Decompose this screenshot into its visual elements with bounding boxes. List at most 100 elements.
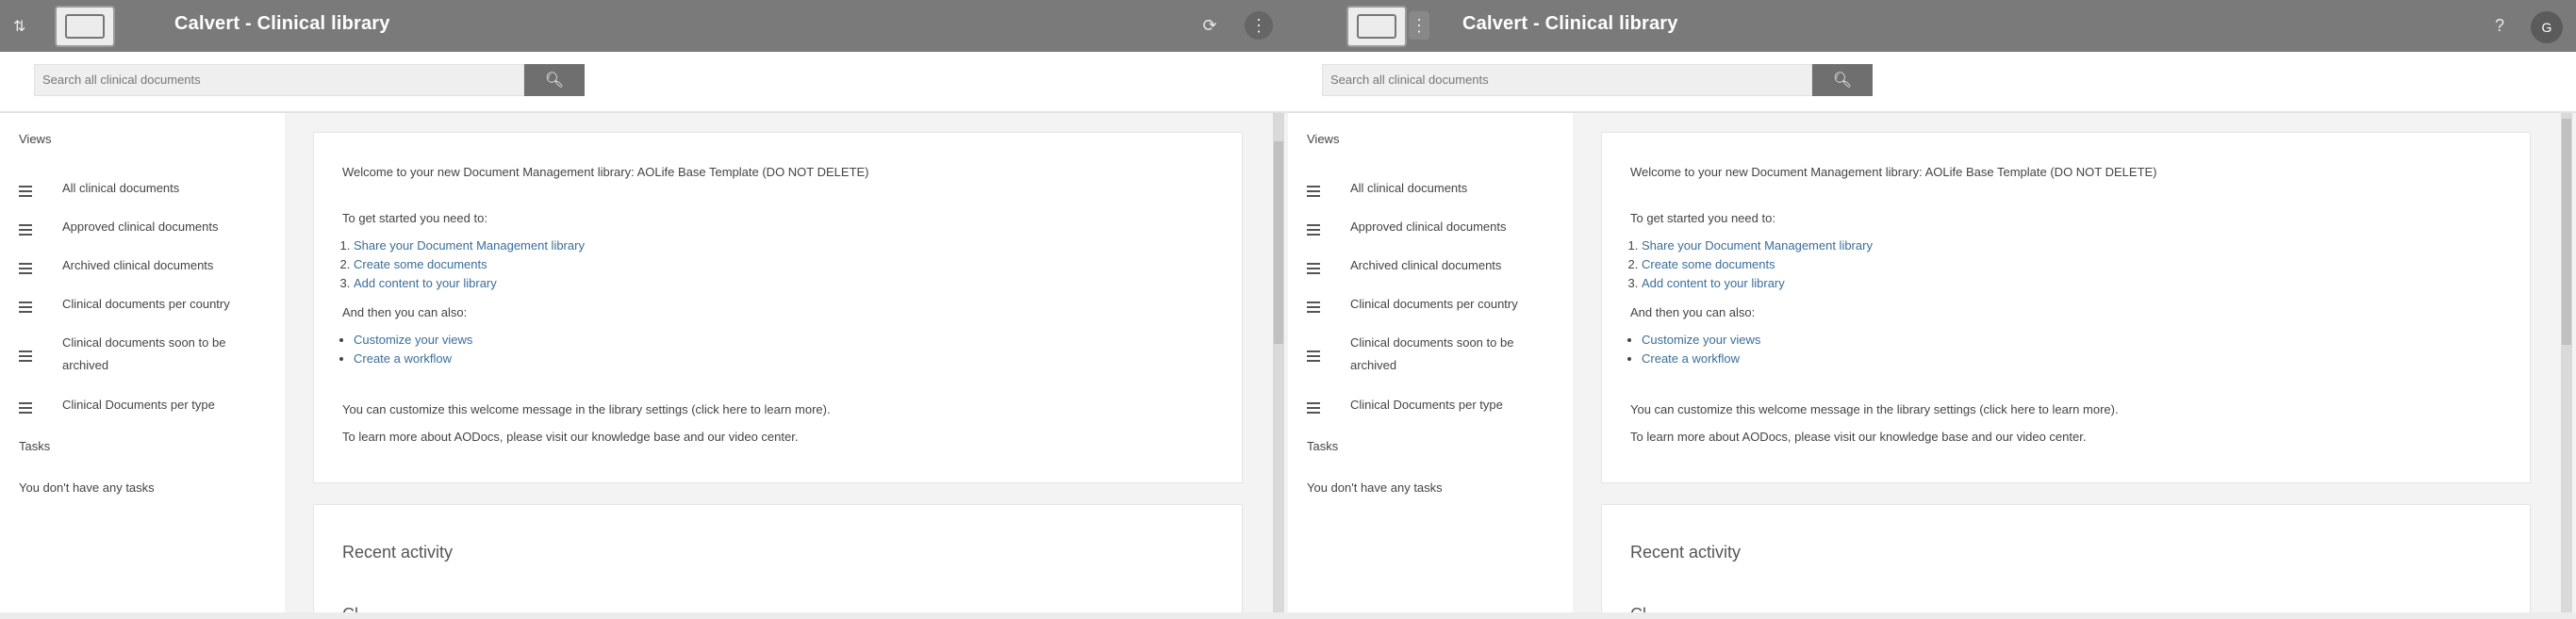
tasks-heading: Tasks	[1307, 439, 1339, 453]
sidebar-item-label: Clinical documents soon to be archived	[1350, 335, 1514, 372]
library-logo-button[interactable]	[55, 6, 115, 47]
sidebar-item-archived[interactable]: Archived clinical documents	[19, 254, 255, 277]
menu-lines-icon	[1307, 224, 1320, 236]
menu-lines-icon	[1307, 263, 1320, 274]
sidebar-item-per-type[interactable]: Clinical Documents per type	[19, 394, 255, 416]
recent-activity-card: Recent activity Cl	[313, 504, 1243, 619]
menu-lines-icon	[19, 263, 32, 274]
left-pane: ⇅ Calvert - Clinical library ⟳ ⋮ ⇕ Searc…	[0, 0, 1288, 619]
also-text: And then you can also:	[1630, 305, 1756, 319]
customize-views-link[interactable]: Customize your views	[354, 333, 472, 347]
sidebar-item-label: Approved clinical documents	[1350, 220, 1507, 234]
step-share: Share your Document Management library	[354, 236, 585, 255]
content-scrollbar[interactable]	[2561, 113, 2572, 612]
search-placeholder: Search all clinical documents	[42, 73, 201, 87]
views-heading: Views	[1307, 132, 1340, 146]
views-heading: Views	[19, 132, 52, 146]
sidebar-item-archived[interactable]: Archived clinical documents	[1307, 254, 1543, 277]
sidebar-item-all[interactable]: All clinical documents	[19, 177, 255, 200]
learn-more-text: To learn more about AODocs, please visit…	[342, 430, 799, 444]
apps-icon[interactable]: ⋮	[1245, 11, 1273, 40]
menu-lines-icon	[19, 350, 32, 362]
create-workflow-link[interactable]: Create a workflow	[354, 351, 452, 366]
menu-lines-icon	[1307, 301, 1320, 313]
sidebar-item-label: All clinical documents	[1350, 181, 1468, 195]
sidebar-item-approved[interactable]: Approved clinical documents	[1307, 216, 1543, 238]
add-content-link[interactable]: Add content to your library	[354, 276, 497, 290]
horizontal-scrollbar[interactable]	[0, 612, 1288, 619]
step-create: Create some documents	[354, 255, 585, 274]
get-started-text: To get started you need to:	[1630, 211, 1775, 225]
search-icon: 🔍︎	[544, 73, 565, 89]
library-logo	[65, 14, 105, 39]
refresh-icon[interactable]: ⟳	[1196, 11, 1224, 40]
search-input[interactable]: Search all clinical documents	[34, 64, 524, 96]
right-pane: ⋮ Calvert - Clinical library ? G Search …	[1288, 0, 2576, 619]
help-icon[interactable]: ?	[2485, 11, 2514, 40]
step-share: Share your Document Management library	[1642, 236, 1873, 255]
create-documents-link[interactable]: Create some documents	[1642, 257, 1775, 271]
step-add-content: Add content to your library	[354, 274, 585, 293]
recent-activity-title: Recent activity	[342, 543, 454, 562]
search-button[interactable]: 🔍︎	[1812, 64, 1873, 96]
recent-activity-card: Recent activity Cl	[1601, 504, 2531, 619]
also-text: And then you can also:	[342, 305, 468, 319]
share-library-link[interactable]: Share your Document Management library	[1642, 238, 1873, 252]
search-input[interactable]: Search all clinical documents	[1322, 64, 1812, 96]
welcome-intro: Welcome to your new Document Management …	[342, 165, 869, 179]
learn-more-text: To learn more about AODocs, please visit…	[1630, 430, 2087, 444]
scrollbar-thumb[interactable]	[2562, 119, 2571, 345]
scrollbar-thumb[interactable]	[1274, 141, 1283, 344]
sidebar-item-all[interactable]: All clinical documents	[1307, 177, 1543, 200]
search-icon: 🔍︎	[1832, 73, 1853, 89]
sidebar-item-label: Clinical documents per country	[1350, 297, 1518, 311]
step-add-content: Add content to your library	[1642, 274, 1873, 293]
sidebar-item-approved[interactable]: Approved clinical documents	[19, 216, 255, 238]
welcome-intro: Welcome to your new Document Management …	[1630, 165, 2157, 179]
sidebar-item-soon-archived[interactable]: Clinical documents soon to be archived	[1307, 332, 1543, 377]
sidebar-item-per-type[interactable]: Clinical Documents per type	[1307, 394, 1543, 416]
sidebar-item-label: Clinical documents soon to be archived	[62, 335, 226, 372]
sidebar-item-per-country[interactable]: Clinical documents per country	[19, 293, 255, 316]
no-tasks-text: You don't have any tasks	[1307, 481, 1443, 495]
library-logo	[1357, 14, 1396, 39]
also-list: Customize your views Create a workflow	[331, 331, 472, 368]
menu-lines-icon	[19, 224, 32, 236]
back-icon[interactable]: ⇅	[13, 17, 28, 35]
library-logo-button[interactable]	[1346, 6, 1407, 47]
sidebar-item-label: Archived clinical documents	[62, 258, 214, 272]
menu-lines-icon	[19, 402, 32, 414]
content-scrollbar[interactable]	[1273, 113, 1284, 612]
apps-icon[interactable]: ⋮	[1409, 11, 1429, 40]
also-customize-views: Customize your views	[1642, 331, 1760, 350]
add-content-link[interactable]: Add content to your library	[1642, 276, 1785, 290]
sidebar-item-label: All clinical documents	[62, 181, 180, 195]
steps-list: Share your Document Management library C…	[1619, 236, 1873, 293]
menu-lines-icon	[1307, 402, 1320, 414]
menu-lines-icon	[19, 186, 32, 197]
library-title: Calvert - Clinical library	[174, 13, 390, 34]
create-documents-link[interactable]: Create some documents	[354, 257, 487, 271]
tasks-heading: Tasks	[19, 439, 51, 453]
avatar[interactable]: G	[2531, 11, 2563, 43]
customize-note: You can customize this welcome message i…	[1630, 402, 2119, 416]
share-library-link[interactable]: Share your Document Management library	[354, 238, 585, 252]
also-create-workflow: Create a workflow	[1642, 350, 1760, 368]
menu-lines-icon	[1307, 186, 1320, 197]
menu-lines-icon	[19, 301, 32, 313]
library-title: Calvert - Clinical library	[1462, 13, 1678, 34]
search-button[interactable]: 🔍︎	[524, 64, 585, 96]
horizontal-scrollbar[interactable]	[1288, 612, 2576, 619]
also-list: Customize your views Create a workflow	[1619, 331, 1760, 368]
sidebar-item-label: Clinical Documents per type	[1350, 398, 1503, 412]
sidebar-item-soon-archived[interactable]: Clinical documents soon to be archived	[19, 332, 255, 377]
menu-lines-icon	[1307, 350, 1320, 362]
create-workflow-link[interactable]: Create a workflow	[1642, 351, 1740, 366]
sidebar-item-per-country[interactable]: Clinical documents per country	[1307, 293, 1543, 316]
welcome-card: Welcome to your new Document Management …	[1601, 132, 2531, 483]
sidebar-item-label: Clinical documents per country	[62, 297, 230, 311]
customize-views-link[interactable]: Customize your views	[1642, 333, 1760, 347]
no-tasks-text: You don't have any tasks	[19, 481, 155, 495]
also-create-workflow: Create a workflow	[354, 350, 472, 368]
recent-activity-title: Recent activity	[1630, 543, 1742, 562]
